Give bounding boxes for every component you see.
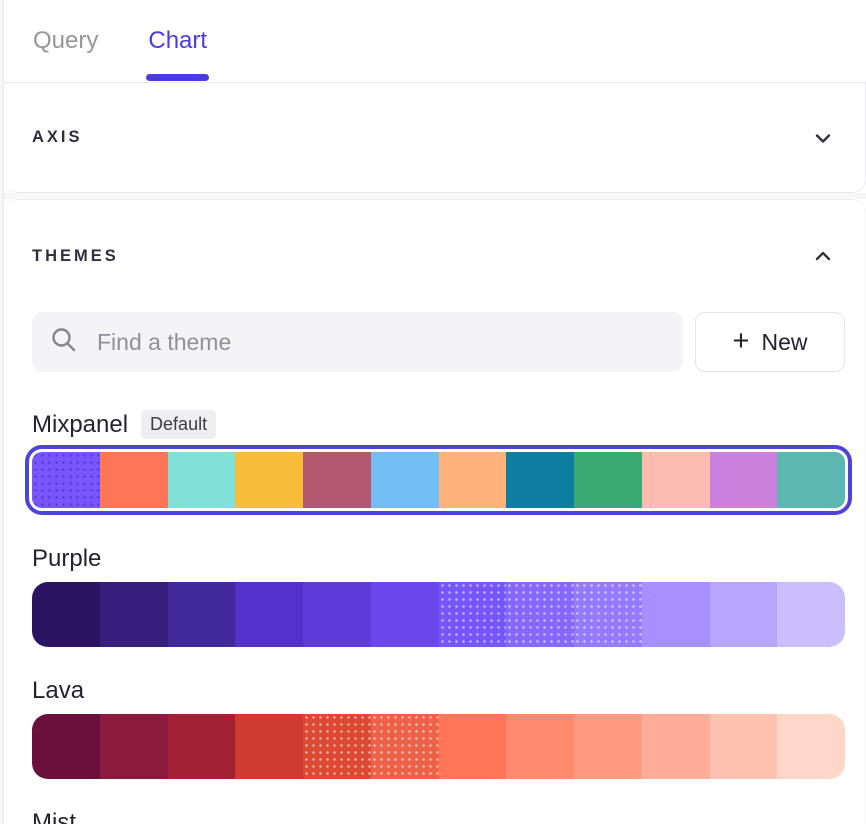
theme-item-mist: Mist xyxy=(32,809,845,824)
color-swatch xyxy=(371,452,439,508)
color-swatch xyxy=(303,582,371,647)
color-swatch xyxy=(235,452,303,508)
color-swatch xyxy=(100,582,168,647)
color-swatch xyxy=(32,714,100,779)
axis-expand-button[interactable] xyxy=(811,126,835,150)
theme-name: Mixpanel xyxy=(32,411,128,439)
tab-query[interactable]: Query xyxy=(31,0,100,82)
selected-theme-outline[interactable] xyxy=(25,445,852,515)
axis-section-title: AXIS xyxy=(32,128,83,147)
color-swatch xyxy=(777,452,845,508)
chevron-up-icon xyxy=(813,246,833,266)
chevron-down-icon xyxy=(813,128,833,148)
color-swatch xyxy=(168,714,236,779)
color-swatch xyxy=(168,452,236,508)
new-theme-button[interactable]: + New xyxy=(695,312,845,372)
chart-settings-panel: Query Chart AXIS THEMES xyxy=(3,0,866,824)
color-swatch xyxy=(642,582,710,647)
color-swatch xyxy=(642,714,710,779)
color-swatch xyxy=(710,714,778,779)
theme-swatch-row[interactable] xyxy=(32,714,845,779)
theme-swatch-row[interactable] xyxy=(32,582,845,647)
tab-chart[interactable]: Chart xyxy=(146,0,209,82)
color-swatch xyxy=(710,582,778,647)
color-swatch xyxy=(574,452,642,508)
search-icon xyxy=(50,326,77,358)
color-swatch xyxy=(439,452,507,508)
themes-section: THEMES + New MixpanelDefaultPurpleLavaMi… xyxy=(4,199,866,824)
color-swatch xyxy=(574,714,642,779)
themes-collapse-button[interactable] xyxy=(811,244,835,268)
theme-item-mixpanel: Mixpanel Default xyxy=(32,410,845,515)
themes-section-title: THEMES xyxy=(32,247,119,266)
color-swatch xyxy=(710,452,778,508)
new-theme-button-label: New xyxy=(761,329,807,356)
color-swatch xyxy=(371,582,439,647)
tab-bar: Query Chart xyxy=(4,0,866,83)
color-swatch xyxy=(439,714,507,779)
color-swatch xyxy=(235,714,303,779)
theme-name: Mist xyxy=(32,809,76,824)
theme-item-purple: Purple xyxy=(32,545,845,647)
color-swatch xyxy=(303,452,371,508)
color-swatch xyxy=(574,582,642,647)
theme-list: Mixpanel Default Purple Lava Mist xyxy=(32,410,845,824)
default-badge: Default xyxy=(141,410,216,439)
theme-swatch-row[interactable] xyxy=(32,452,845,508)
color-swatch xyxy=(439,582,507,647)
axis-section: AXIS xyxy=(4,83,866,193)
plus-icon: + xyxy=(733,327,750,356)
color-swatch xyxy=(777,582,845,647)
theme-name: Purple xyxy=(32,545,101,573)
color-swatch xyxy=(506,582,574,647)
theme-search-box xyxy=(32,312,683,372)
theme-search-input[interactable] xyxy=(97,329,665,356)
theme-name: Lava xyxy=(32,677,84,705)
color-swatch xyxy=(32,582,100,647)
color-swatch xyxy=(100,452,168,508)
color-swatch xyxy=(32,452,100,508)
theme-item-lava: Lava xyxy=(32,677,845,779)
color-swatch xyxy=(168,582,236,647)
color-swatch xyxy=(506,714,574,779)
color-swatch xyxy=(100,714,168,779)
color-swatch xyxy=(506,452,574,508)
color-swatch xyxy=(303,714,371,779)
color-swatch xyxy=(371,714,439,779)
color-swatch xyxy=(235,582,303,647)
color-swatch xyxy=(777,714,845,779)
color-swatch xyxy=(642,452,710,508)
